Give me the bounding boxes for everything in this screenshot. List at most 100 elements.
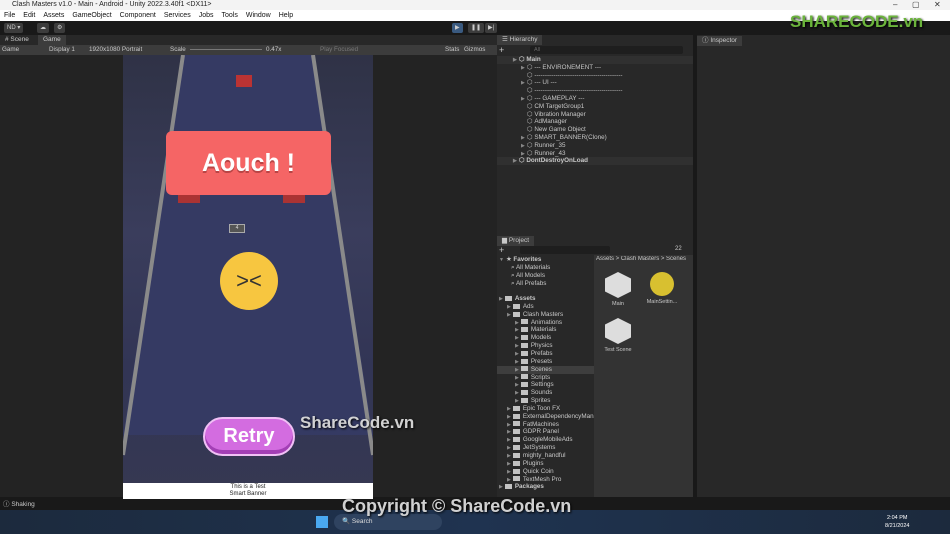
- expand-arrow-icon[interactable]: ▶: [521, 143, 525, 149]
- retry-button[interactable]: Retry: [203, 417, 295, 456]
- folder-item[interactable]: ▶ TextMesh Pro: [497, 476, 594, 484]
- folder-item[interactable]: ▶ Presets: [497, 358, 594, 366]
- tab-hierarchy[interactable]: ☰ Hierarchy: [497, 35, 543, 45]
- menu-window[interactable]: Window: [246, 12, 271, 19]
- hierarchy-item[interactable]: ▶ ⬡ Runner_43: [521, 150, 566, 158]
- menu-component[interactable]: Component: [120, 12, 156, 19]
- folder-item[interactable]: ▶ Epic Toon FX: [497, 405, 594, 413]
- hierarchy-item[interactable]: ▶ ⬡ --- UI ---: [521, 79, 557, 87]
- resolution-dropdown[interactable]: 1920x1080 Portrait: [89, 45, 142, 55]
- tab-scene[interactable]: # Scene: [0, 35, 34, 45]
- windows-start-icon[interactable]: [316, 516, 328, 528]
- tab-game[interactable]: Game: [38, 35, 66, 45]
- hierarchy-item[interactable]: ▶ ⬡ --- GAMEPLAY ---: [521, 95, 585, 103]
- hierarchy-item[interactable]: ▶⬡--------------------------------------…: [521, 72, 623, 80]
- expand-arrow-icon[interactable]: ▶: [521, 135, 525, 141]
- folder-item[interactable]: ▶ mighty_handful: [497, 452, 594, 460]
- close-button[interactable]: ✕: [934, 0, 941, 10]
- hierarchy-item[interactable]: ▶⬡Vibration Manager: [521, 111, 586, 119]
- folder-item[interactable]: ▶ JetSystems: [497, 444, 594, 452]
- hierarchy-item[interactable]: ▶⬡CM TargetGroup1: [521, 103, 584, 111]
- hierarchy-item[interactable]: ▶ ⬡ Runner_35: [521, 142, 566, 150]
- menu-jobs[interactable]: Jobs: [199, 12, 214, 19]
- item-label: --- GAMEPLAY ---: [534, 95, 585, 102]
- folder-item[interactable]: ▶ Quick Coin: [497, 468, 594, 476]
- folder-item[interactable]: ▶ Materials: [497, 326, 594, 334]
- clock[interactable]: 2:04 PM 8/21/2024: [885, 514, 909, 530]
- favorite-item[interactable]: ⌕ All Prefabs: [497, 280, 594, 288]
- add-icon[interactable]: +: [499, 245, 504, 255]
- cloud-icon[interactable]: ☁: [37, 23, 49, 33]
- pause-button[interactable]: ❚❚: [468, 23, 485, 33]
- breadcrumb[interactable]: Assets > Clash Masters > Scenes: [596, 256, 692, 262]
- expand-arrow-icon[interactable]: ▶: [513, 57, 517, 63]
- folder-item[interactable]: ▶ Scripts: [497, 374, 594, 382]
- folder-item[interactable]: ▶ Assets: [497, 295, 594, 303]
- hierarchy-item[interactable]: ▶⬡--------------------------------------…: [521, 87, 623, 95]
- project-search-input[interactable]: [520, 246, 610, 254]
- folder-item[interactable]: ▶ Clash Masters: [497, 311, 594, 319]
- display-dropdown[interactable]: Display 1: [49, 45, 75, 55]
- add-icon[interactable]: +: [499, 46, 504, 55]
- favorites-header[interactable]: ▼ ★ Favorites: [497, 256, 594, 264]
- gizmos-dropdown[interactable]: Gizmos: [464, 45, 485, 55]
- menu-file[interactable]: File: [4, 12, 15, 19]
- menu-assets[interactable]: Assets: [43, 12, 64, 19]
- hierarchy-item[interactable]: ▶⬡New Game Object: [521, 126, 586, 134]
- services-icon[interactable]: ⚙: [54, 23, 66, 33]
- menu-tools[interactable]: Tools: [222, 12, 238, 19]
- hierarchy-item[interactable]: ▶ ⬡ SMART_BANNER(Clone): [521, 134, 607, 142]
- menu-edit[interactable]: Edit: [23, 12, 35, 19]
- folder-item[interactable]: ▶ GDPR Panel: [497, 428, 594, 436]
- favorite-item[interactable]: ⌕ All Models: [497, 272, 594, 280]
- menu-help[interactable]: Help: [279, 12, 293, 19]
- folder-icon: [520, 342, 528, 348]
- game-mode-dropdown[interactable]: Game: [2, 45, 19, 55]
- hierarchy-item[interactable]: ▶ ⬡ DontDestroyOnLoad: [497, 157, 693, 166]
- expand-arrow-icon[interactable]: ▶: [521, 65, 525, 71]
- account-dropdown[interactable]: ND ▾: [4, 23, 24, 33]
- folder-item[interactable]: ▶ FatMachines: [497, 421, 594, 429]
- item-label: CM TargetGroup1: [534, 102, 585, 110]
- play-button[interactable]: ▶: [452, 23, 463, 33]
- favorite-item[interactable]: ⌕ All Materials: [497, 264, 594, 272]
- folder-item[interactable]: ▶ Plugins: [497, 460, 594, 468]
- folder-item[interactable]: ▶ ExternalDependencyMana: [497, 413, 597, 421]
- asset-test-scene[interactable]: Test Scene: [600, 318, 636, 353]
- smart-banner-ad[interactable]: This is a Test Smart Banner: [123, 483, 373, 499]
- folder-item[interactable]: ▶ Sounds: [497, 389, 594, 397]
- folder-item[interactable]: ▶ Settings: [497, 381, 594, 389]
- expand-arrow-icon[interactable]: ▶: [521, 151, 525, 157]
- folder-item[interactable]: ▶ Sprites: [497, 397, 594, 405]
- folder-item[interactable]: ▶ Scenes: [497, 365, 594, 374]
- menu-services[interactable]: Services: [164, 12, 191, 19]
- folder-icon: [512, 429, 520, 435]
- hierarchy-item[interactable]: ▶ ⬡ Main: [497, 56, 693, 64]
- folder-item[interactable]: ▶ Ads: [497, 303, 594, 311]
- folder-item[interactable]: ▶ Models: [497, 334, 594, 342]
- gameobject-icon: ⬡: [526, 134, 533, 141]
- folder-item[interactable]: ▶ GoogleMobileAds: [497, 436, 594, 444]
- hierarchy-item[interactable]: ▶⬡AdManager: [521, 118, 567, 126]
- expand-arrow-icon[interactable]: ▶: [521, 96, 525, 102]
- hierarchy-item[interactable]: ▶ ⬡ --- ENVIRONEMENT ---: [521, 64, 601, 72]
- step-button[interactable]: ▶|: [485, 23, 498, 33]
- scale-value: 0.47x: [266, 46, 282, 53]
- asset-main[interactable]: Main: [600, 272, 636, 307]
- folder-item[interactable]: ▶ Packages: [497, 483, 594, 491]
- play-focused-dropdown[interactable]: Play Focused: [320, 45, 358, 55]
- asset-mainsettings[interactable]: MainSettin...: [644, 272, 680, 305]
- expand-arrow-icon[interactable]: ▶: [513, 158, 517, 164]
- folder-item[interactable]: ▶ Animations: [497, 319, 594, 327]
- minimize-button[interactable]: –: [893, 0, 897, 10]
- stats-button[interactable]: Stats: [445, 45, 459, 55]
- folder-item[interactable]: ▶ Physics: [497, 342, 594, 350]
- scale-slider[interactable]: [190, 49, 262, 50]
- expand-arrow-icon[interactable]: ▶: [521, 80, 525, 86]
- tab-inspector[interactable]: ⓘ Inspector: [697, 36, 743, 46]
- menu-gameobject[interactable]: GameObject: [72, 12, 111, 19]
- hierarchy-search-input[interactable]: All: [530, 46, 683, 54]
- maximize-button[interactable]: ▢: [912, 0, 920, 10]
- folder-item[interactable]: ▶ Prefabs: [497, 350, 594, 358]
- folder-icon: [520, 374, 528, 380]
